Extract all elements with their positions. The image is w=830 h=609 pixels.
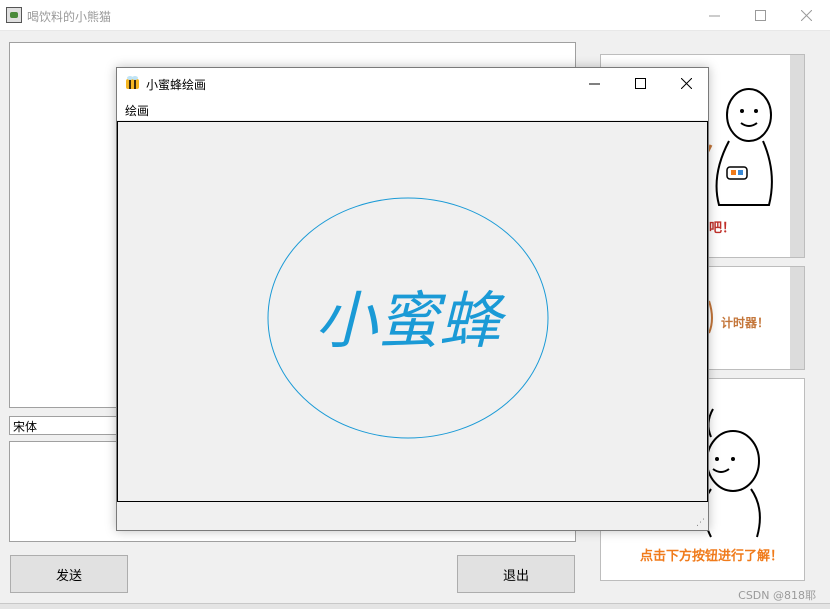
bee-icon xyxy=(126,76,139,89)
font-select[interactable]: 宋体 xyxy=(9,416,119,435)
taskbar-strip xyxy=(0,603,830,609)
canvas-text: 小蜜蜂 xyxy=(315,284,507,357)
panel-bottom-text: 点击下方按钮进行了解！ xyxy=(640,549,784,564)
main-window-title: 喝饮料的小熊猫 xyxy=(27,10,112,24)
panel-top-text: 吧！ xyxy=(709,221,736,236)
panel-middle-scrollbar[interactable] xyxy=(790,267,804,369)
exit-button[interactable]: 退出 xyxy=(457,555,575,593)
watermark-text: CSDN @818耶 xyxy=(738,589,816,602)
minimize-icon[interactable] xyxy=(691,0,737,31)
painting-window-title: 小蜜蜂绘画 xyxy=(146,78,207,92)
maximize-icon[interactable] xyxy=(737,0,783,31)
maximize-icon[interactable] xyxy=(617,68,663,98)
panel-top-scrollbar[interactable] xyxy=(790,55,804,257)
menu-item-paint[interactable]: 绘画 xyxy=(125,102,149,119)
resize-grip-icon[interactable]: ⋰ xyxy=(696,518,706,528)
minimize-icon[interactable] xyxy=(571,68,617,98)
send-button[interactable]: 发送 xyxy=(10,555,128,593)
main-title-bar: 喝饮料的小熊猫 xyxy=(0,0,830,31)
close-icon[interactable] xyxy=(663,68,709,98)
drawing-canvas[interactable]: 小蜜蜂 xyxy=(117,121,708,502)
painting-window: 小蜜蜂绘画 绘画 小蜜蜂 ⋰ xyxy=(116,67,709,531)
panel-middle-text: 计时器！ xyxy=(721,316,770,330)
close-icon[interactable] xyxy=(783,0,829,31)
painting-title-bar: 小蜜蜂绘画 xyxy=(117,68,708,98)
menu-bar: 绘画 xyxy=(117,98,708,120)
panda-app-icon xyxy=(6,7,22,23)
